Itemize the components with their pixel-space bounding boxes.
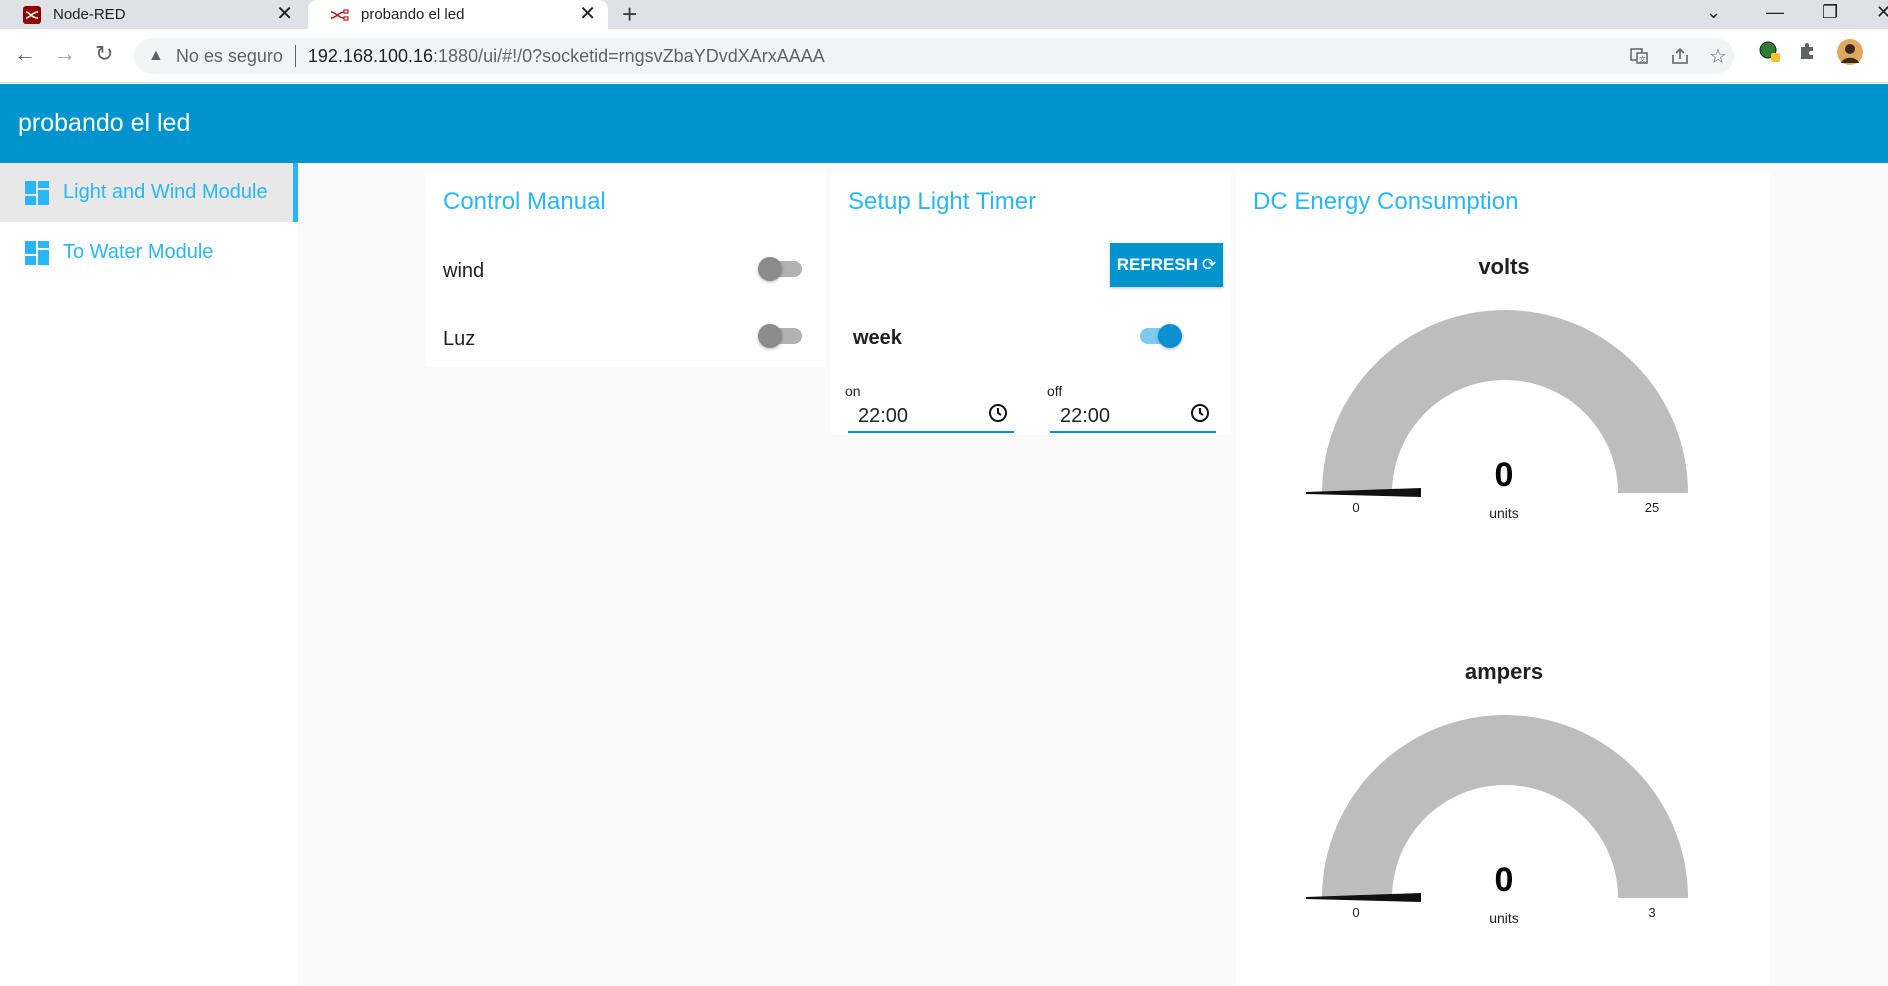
dashboard-header: probando el led (0, 84, 1888, 163)
ampers-gauge-min: 0 (1352, 905, 1360, 920)
close-window-icon[interactable]: ✕ (1876, 2, 1888, 23)
translate-icon[interactable]: 文 (1629, 46, 1649, 72)
dashboard-grid-icon (25, 240, 49, 265)
volts-gauge-value: 0 (1494, 456, 1514, 494)
refresh-icon: ⟳ (1201, 255, 1217, 274)
browser-tab-title: Node-RED (53, 6, 126, 23)
browser-tab-node-red[interactable]: Node-RED ✕ (0, 0, 305, 29)
off-time-value: 22:00 (1060, 405, 1111, 427)
volts-gauge-max: 25 (1644, 500, 1660, 515)
ampers-gauge-value: 0 (1494, 861, 1514, 899)
browser-tab-dashboard[interactable]: probando el led ✕ (308, 0, 608, 29)
setup-light-timer-card: Setup Light Timer week on 22:00 off 22:0… (831, 171, 1231, 435)
ampers-gauge-units: units (1489, 910, 1519, 926)
sidebar-item-light-and-wind-module[interactable]: Light and Wind Module (0, 163, 298, 222)
week-switch[interactable] (1138, 322, 1182, 350)
bookmark-star-icon[interactable]: ☆ (1709, 44, 1727, 69)
profile-avatar-icon[interactable] (1836, 38, 1864, 72)
ampers-gauge-max: 3 (1648, 905, 1656, 920)
control-manual-card: Control Manual wind Luz (426, 171, 826, 367)
browser-tab-bar: Node-RED ✕ probando el led ✕ + ⌄ — ❐ ✕ (0, 0, 1888, 29)
back-arrow-icon[interactable]: ← (14, 43, 36, 65)
extension-globe-icon[interactable] (1758, 40, 1782, 70)
week-switch-label: week (853, 327, 902, 349)
sidebar-item-label: Light and Wind Module (63, 181, 268, 203)
refresh-button[interactable]: REFRESH ⟳ (1110, 243, 1223, 287)
close-tab-icon[interactable]: ✕ (579, 4, 596, 24)
page-title: probando el led (18, 109, 191, 137)
browser-address-bar: ← → ↻ ▲ No es seguro 192.168.100.16 :188… (0, 29, 1888, 83)
card-title: Control Manual (443, 188, 606, 215)
extensions-puzzle-icon[interactable] (1797, 41, 1817, 67)
svg-text:文: 文 (1639, 55, 1646, 64)
browser-tab-title: probando el led (361, 6, 465, 23)
omnibox-divider (294, 45, 296, 67)
off-time-label: off (1047, 383, 1063, 399)
node-red-dashboard-favicon-icon (330, 5, 350, 25)
clock-icon[interactable] (1190, 403, 1210, 423)
minimize-window-icon[interactable]: — (1766, 2, 1784, 23)
on-time-value: 22:00 (858, 405, 909, 427)
volts-gauge-title: volts (1478, 254, 1530, 279)
new-tab-plus-icon[interactable]: + (622, 1, 637, 27)
refresh-button-label: REFRESH (1116, 255, 1198, 274)
clock-icon[interactable] (988, 403, 1008, 423)
wind-switch[interactable] (758, 255, 802, 283)
wind-switch-label: wind (443, 260, 485, 282)
luz-switch[interactable] (758, 322, 802, 350)
dashboard-grid-icon (25, 180, 49, 205)
security-status-label[interactable]: No es seguro (176, 46, 283, 67)
url-input[interactable]: ▲ No es seguro 192.168.100.16 :1880/ui/#… (134, 38, 1734, 74)
sidebar-item-to-water-module[interactable]: To Water Module (0, 223, 298, 282)
off-time-field[interactable]: off 22:00 (1047, 383, 1216, 433)
luz-switch-label: Luz (443, 328, 476, 350)
url-host: 192.168.100.16 (307, 45, 434, 66)
card-title: DC Energy Consumption (1253, 188, 1519, 215)
on-time-label: on (845, 383, 861, 399)
tab-search-chevron-icon[interactable]: ⌄ (1706, 2, 1721, 23)
card-title: Setup Light Timer (848, 188, 1037, 215)
forward-arrow-icon[interactable]: → (54, 43, 76, 65)
warning-triangle-icon[interactable]: ▲ (148, 47, 164, 65)
volts-gauge-units: units (1489, 505, 1519, 521)
sidebar: Light and Wind Module To Water Module (0, 163, 298, 986)
ampers-gauge-title: ampers (1464, 659, 1544, 684)
url-path: :1880/ui/#!/0?socketid=rngsvZbaYDvdXArxA… (433, 45, 825, 66)
sidebar-item-label: To Water Module (63, 241, 214, 263)
node-red-favicon-icon (22, 5, 42, 25)
reload-icon[interactable]: ↻ (95, 43, 113, 65)
volts-gauge-min: 0 (1352, 500, 1360, 515)
close-tab-icon[interactable]: ✕ (276, 4, 293, 24)
share-icon[interactable] (1670, 46, 1690, 72)
restore-window-icon[interactable]: ❐ (1822, 2, 1838, 23)
on-time-field[interactable]: on 22:00 (845, 383, 1014, 433)
